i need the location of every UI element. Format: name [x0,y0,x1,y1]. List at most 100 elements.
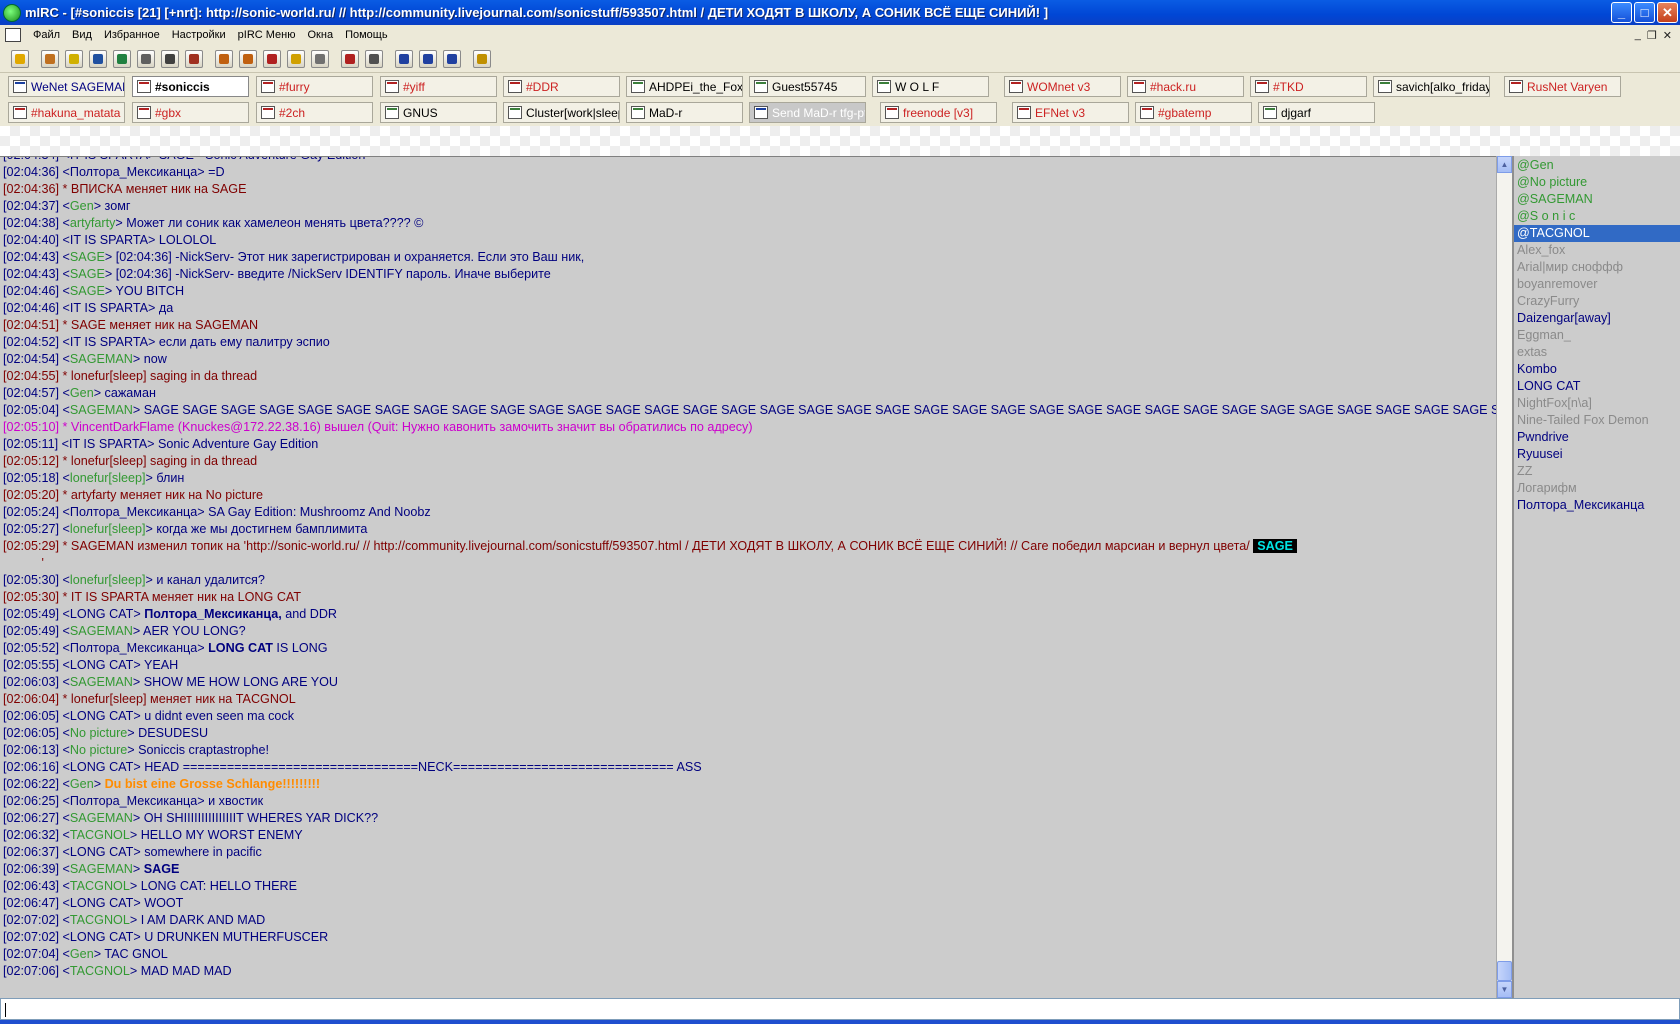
scroll-down-arrow-icon[interactable]: ▼ [1497,981,1512,998]
message-text: Sonic Adventure Gay Edition [154,437,319,451]
dcc-chat-icon[interactable] [239,49,257,68]
switch-tab[interactable]: AHDPEi_the_Fox [626,76,743,97]
nicklist-item[interactable]: LONG CAT [1514,378,1680,395]
close-button[interactable]: ✕ [1657,2,1678,23]
nicklist-item[interactable]: Arial|мир сноффф [1514,259,1680,276]
nicklist-item[interactable]: CrazyFurry [1514,293,1680,310]
channel-list-icon[interactable] [365,49,383,68]
nicklist-item[interactable]: Daizengar[away] [1514,310,1680,327]
message-text: u didnt even seen ma cock [140,709,295,723]
message-text: DESUDESU [134,726,209,740]
chat-line: [02:05:49] <LONG CAT> Полтора_Мексиканца… [3,606,1490,623]
nick-list[interactable]: @Gen @No picture @SAGEMAN @S o n i c @TACGNO… [1512,156,1680,998]
mirc-app-icon[interactable] [3,3,21,22]
menu-windows[interactable]: Окна [302,29,340,41]
arrange-icon[interactable] [443,49,461,68]
nick-bracket: < [62,165,70,179]
switch-tab[interactable]: #gbx [132,102,249,123]
nick-bracket: < [62,845,70,859]
switch-tab[interactable]: #furry [256,76,373,97]
scroll-up-arrow-icon[interactable]: ▲ [1497,156,1512,173]
nicklist-item[interactable]: @Gen [1514,157,1680,174]
nicklist-item[interactable]: @S o n i c [1514,208,1680,225]
options-icon[interactable] [41,49,59,68]
switch-tab[interactable]: WeNet SAGEMAN [8,76,125,97]
switch-tab-active[interactable]: #soniccis [132,76,249,97]
colors-icon[interactable] [185,49,203,68]
chat-scrollbar[interactable]: ▲ ▼ [1496,156,1512,998]
message-input[interactable] [0,998,1680,1020]
minimize-button[interactable]: _ [1611,2,1632,23]
switch-tab[interactable]: #gbatemp [1135,102,1252,123]
received-folder-icon[interactable] [311,49,329,68]
switch-tab[interactable]: #DDR [503,76,620,97]
switch-tab[interactable]: GNUS [380,102,497,123]
chat-line: [02:06:16] <LONG CAT> HEAD =============… [3,759,1490,776]
nicklist-item[interactable]: boyanremover [1514,276,1680,293]
connect-icon[interactable] [11,49,29,68]
nick-bracket: > [127,743,135,757]
url-list-icon[interactable] [341,49,359,68]
scripts-editor-icon[interactable] [113,49,131,68]
switch-tab[interactable]: WOMnet v3 [1004,76,1121,97]
switch-tab[interactable]: #TKD [1250,76,1367,97]
channels-folder-icon[interactable] [65,49,83,68]
help-icon[interactable] [473,49,491,68]
menu-view[interactable]: Вид [66,29,98,41]
nicklist-item[interactable]: Ryuusei [1514,446,1680,463]
nicklist-item[interactable]: Alex_fox [1514,242,1680,259]
nicklist-item[interactable]: @TACGNOL [1514,225,1680,242]
switch-tab[interactable]: #hack.ru [1127,76,1244,97]
nicklist-item[interactable]: @SAGEMAN [1514,191,1680,208]
nicklist-item[interactable]: Eggman_ [1514,327,1680,344]
switch-tab[interactable]: djgarf [1258,102,1375,123]
chat-window[interactable]: [02:04:34] <IT IS SPARTA> SAGE - Sonic A… [0,156,1496,998]
nicklist-item[interactable]: Kombo [1514,361,1680,378]
mdi-close-button[interactable]: ✕ [1663,29,1672,42]
scroll-thumb[interactable] [1497,961,1512,981]
switch-tab[interactable]: EFNet v3 [1012,102,1129,123]
notify-list-icon[interactable] [137,49,155,68]
nicklist-item[interactable]: @No picture [1514,174,1680,191]
mdi-system-menu-icon[interactable] [5,28,21,42]
menu-file[interactable]: Файл [27,29,66,41]
menu-pirc[interactable]: pIRC Меню [232,29,302,41]
maximize-button[interactable]: □ [1634,2,1655,23]
nicklist-item[interactable]: Nine-Tailed Fox Demon [1514,412,1680,429]
switch-tab[interactable]: Cluster[work|sleep] [503,102,620,123]
switch-tab[interactable]: freenode [v3] [880,102,997,123]
menu-settings[interactable]: Настройки [166,29,232,41]
timestamp: [02:06:25] [3,794,63,808]
switch-tab[interactable]: #hakuna_matata [8,102,125,123]
switch-tab[interactable]: savich[alko_friday] [1373,76,1490,97]
switch-tab[interactable]: MaD-r [626,102,743,123]
query-window-icon [1263,106,1277,119]
cascade-icon[interactable] [395,49,413,68]
nicklist-item[interactable]: Pwndrive [1514,429,1680,446]
switch-tab[interactable]: RusNet Varyen [1504,76,1621,97]
nicklist-item[interactable]: Полтора_Мексиканца [1514,497,1680,514]
switch-tab[interactable]: Guest55745 [749,76,866,97]
menu-help[interactable]: Помощь [339,29,394,41]
mdi-minimize-button[interactable]: _ [1635,29,1641,42]
switch-tab-dcc-send[interactable]: Send MaD-r tfg-pt... [749,102,866,123]
nicklist-item[interactable]: extas [1514,344,1680,361]
dcc-send-icon[interactable] [215,49,233,68]
switch-tab[interactable]: W O L F [872,76,989,97]
nick: SAGEMAN [69,403,133,417]
nicklist-item[interactable]: ZZ [1514,463,1680,480]
dcc-options-icon[interactable] [263,49,281,68]
tile-icon[interactable] [419,49,437,68]
nicklist-item[interactable]: Логарифм [1514,480,1680,497]
mdi-restore-button[interactable]: ❐ [1647,29,1657,42]
nick: Полтора_Мексиканца [69,641,198,655]
message-text: SA Gay Edition: Mushroomz And Noobz [204,505,431,519]
switch-tab[interactable]: #yiff [380,76,497,97]
nicklist-item[interactable]: NightFox[n\a] [1514,395,1680,412]
timer-icon[interactable] [161,49,179,68]
menu-favorites[interactable]: Избранное [98,29,166,41]
chat-line: [02:05:55] <LONG CAT> YEAH [3,657,1490,674]
log-folder-icon[interactable] [287,49,305,68]
switch-tab[interactable]: #2ch [256,102,373,123]
address-book-icon[interactable] [89,49,107,68]
